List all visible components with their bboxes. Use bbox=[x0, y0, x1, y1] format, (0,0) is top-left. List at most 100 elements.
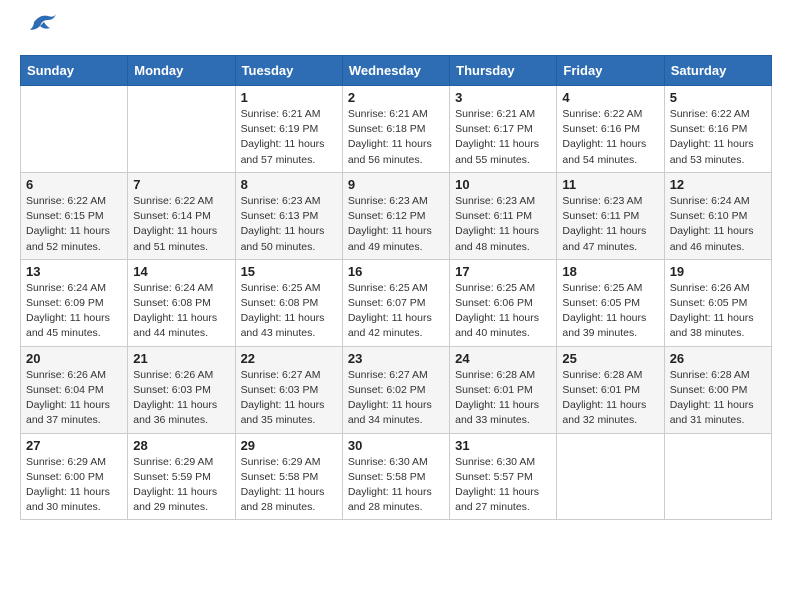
table-row: 11 Sunrise: 6:23 AM Sunset: 6:11 PM Dayli… bbox=[557, 172, 664, 259]
calendar-week-row: 27 Sunrise: 6:29 AM Sunset: 6:00 PM Dayli… bbox=[21, 433, 772, 520]
calendar-week-row: 6 Sunrise: 6:22 AM Sunset: 6:15 PM Daylig… bbox=[21, 172, 772, 259]
day-detail: Sunrise: 6:24 AM Sunset: 6:10 PM Dayligh… bbox=[670, 194, 766, 255]
table-row: 1 Sunrise: 6:21 AM Sunset: 6:19 PM Daylig… bbox=[235, 86, 342, 173]
calendar-header: Sunday Monday Tuesday Wednesday Thursday… bbox=[21, 56, 772, 86]
day-number: 14 bbox=[133, 264, 229, 279]
day-number: 3 bbox=[455, 90, 551, 105]
day-number: 16 bbox=[348, 264, 444, 279]
day-number: 11 bbox=[562, 177, 658, 192]
day-number: 27 bbox=[26, 438, 122, 453]
day-detail: Sunrise: 6:22 AM Sunset: 6:16 PM Dayligh… bbox=[562, 107, 658, 168]
day-number: 31 bbox=[455, 438, 551, 453]
day-detail: Sunrise: 6:26 AM Sunset: 6:03 PM Dayligh… bbox=[133, 368, 229, 429]
day-detail: Sunrise: 6:23 AM Sunset: 6:11 PM Dayligh… bbox=[455, 194, 551, 255]
table-row bbox=[664, 433, 771, 520]
day-number: 8 bbox=[241, 177, 337, 192]
day-detail: Sunrise: 6:27 AM Sunset: 6:02 PM Dayligh… bbox=[348, 368, 444, 429]
col-monday: Monday bbox=[128, 56, 235, 86]
table-row: 26 Sunrise: 6:28 AM Sunset: 6:00 PM Dayli… bbox=[664, 346, 771, 433]
day-number: 6 bbox=[26, 177, 122, 192]
table-row: 3 Sunrise: 6:21 AM Sunset: 6:17 PM Daylig… bbox=[450, 86, 557, 173]
table-row: 24Sunrise: 6:28 AM Sunset: 6:01 PM Dayli… bbox=[450, 346, 557, 433]
table-row: 17Sunrise: 6:25 AM Sunset: 6:06 PM Dayli… bbox=[450, 259, 557, 346]
day-number: 20 bbox=[26, 351, 122, 366]
day-number: 21 bbox=[133, 351, 229, 366]
col-sunday: Sunday bbox=[21, 56, 128, 86]
table-row: 13 Sunrise: 6:24 AM Sunset: 6:09 PM Dayli… bbox=[21, 259, 128, 346]
table-row: 6 Sunrise: 6:22 AM Sunset: 6:15 PM Daylig… bbox=[21, 172, 128, 259]
table-row bbox=[128, 86, 235, 173]
table-row: 8 Sunrise: 6:23 AM Sunset: 6:13 PM Daylig… bbox=[235, 172, 342, 259]
day-detail: Sunrise: 6:30 AM Sunset: 5:58 PM Dayligh… bbox=[348, 455, 444, 516]
day-detail: Sunrise: 6:25 AM Sunset: 6:08 PM Dayligh… bbox=[241, 281, 337, 342]
table-row: 22Sunrise: 6:27 AM Sunset: 6:03 PM Dayli… bbox=[235, 346, 342, 433]
page-header bbox=[20, 20, 772, 39]
day-number: 2 bbox=[348, 90, 444, 105]
table-row bbox=[21, 86, 128, 173]
table-row: 19Sunrise: 6:26 AM Sunset: 6:05 PM Dayli… bbox=[664, 259, 771, 346]
day-number: 13 bbox=[26, 264, 122, 279]
days-of-week-row: Sunday Monday Tuesday Wednesday Thursday… bbox=[21, 56, 772, 86]
day-detail: Sunrise: 6:23 AM Sunset: 6:11 PM Dayligh… bbox=[562, 194, 658, 255]
day-detail: Sunrise: 6:25 AM Sunset: 6:05 PM Dayligh… bbox=[562, 281, 658, 342]
col-tuesday: Tuesday bbox=[235, 56, 342, 86]
logo bbox=[20, 20, 58, 39]
table-row: 30 Sunrise: 6:30 AM Sunset: 5:58 PM Dayli… bbox=[342, 433, 449, 520]
table-row: 12 Sunrise: 6:24 AM Sunset: 6:10 PM Dayli… bbox=[664, 172, 771, 259]
col-saturday: Saturday bbox=[664, 56, 771, 86]
calendar-week-row: 13 Sunrise: 6:24 AM Sunset: 6:09 PM Dayli… bbox=[21, 259, 772, 346]
day-number: 30 bbox=[348, 438, 444, 453]
day-detail: Sunrise: 6:24 AM Sunset: 6:09 PM Dayligh… bbox=[26, 281, 122, 342]
day-number: 29 bbox=[241, 438, 337, 453]
day-detail: Sunrise: 6:29 AM Sunset: 5:59 PM Dayligh… bbox=[133, 455, 229, 516]
day-number: 28 bbox=[133, 438, 229, 453]
day-detail: Sunrise: 6:21 AM Sunset: 6:17 PM Dayligh… bbox=[455, 107, 551, 168]
day-number: 4 bbox=[562, 90, 658, 105]
table-row: 15 Sunrise: 6:25 AM Sunset: 6:08 PM Dayli… bbox=[235, 259, 342, 346]
day-number: 23 bbox=[348, 351, 444, 366]
day-detail: Sunrise: 6:28 AM Sunset: 6:00 PM Dayligh… bbox=[670, 368, 766, 429]
logo-bird-icon bbox=[26, 12, 58, 39]
calendar-body: 1 Sunrise: 6:21 AM Sunset: 6:19 PM Daylig… bbox=[21, 86, 772, 520]
day-number: 19 bbox=[670, 264, 766, 279]
col-thursday: Thursday bbox=[450, 56, 557, 86]
table-row: 4 Sunrise: 6:22 AM Sunset: 6:16 PM Daylig… bbox=[557, 86, 664, 173]
table-row: 18 Sunrise: 6:25 AM Sunset: 6:05 PM Dayli… bbox=[557, 259, 664, 346]
day-number: 7 bbox=[133, 177, 229, 192]
calendar-week-row: 1 Sunrise: 6:21 AM Sunset: 6:19 PM Daylig… bbox=[21, 86, 772, 173]
calendar-week-row: 20 Sunrise: 6:26 AM Sunset: 6:04 PM Dayli… bbox=[21, 346, 772, 433]
table-row: 29Sunrise: 6:29 AM Sunset: 5:58 PM Dayli… bbox=[235, 433, 342, 520]
day-detail: Sunrise: 6:25 AM Sunset: 6:07 PM Dayligh… bbox=[348, 281, 444, 342]
day-number: 10 bbox=[455, 177, 551, 192]
table-row: 21 Sunrise: 6:26 AM Sunset: 6:03 PM Dayli… bbox=[128, 346, 235, 433]
table-row: 20 Sunrise: 6:26 AM Sunset: 6:04 PM Dayli… bbox=[21, 346, 128, 433]
day-detail: Sunrise: 6:22 AM Sunset: 6:15 PM Dayligh… bbox=[26, 194, 122, 255]
day-detail: Sunrise: 6:23 AM Sunset: 6:12 PM Dayligh… bbox=[348, 194, 444, 255]
table-row: 14 Sunrise: 6:24 AM Sunset: 6:08 PM Dayli… bbox=[128, 259, 235, 346]
col-wednesday: Wednesday bbox=[342, 56, 449, 86]
table-row: 7 Sunrise: 6:22 AM Sunset: 6:14 PM Daylig… bbox=[128, 172, 235, 259]
day-number: 5 bbox=[670, 90, 766, 105]
day-number: 1 bbox=[241, 90, 337, 105]
day-number: 18 bbox=[562, 264, 658, 279]
day-number: 12 bbox=[670, 177, 766, 192]
table-row: 28 Sunrise: 6:29 AM Sunset: 5:59 PM Dayli… bbox=[128, 433, 235, 520]
day-detail: Sunrise: 6:23 AM Sunset: 6:13 PM Dayligh… bbox=[241, 194, 337, 255]
day-detail: Sunrise: 6:24 AM Sunset: 6:08 PM Dayligh… bbox=[133, 281, 229, 342]
table-row: 31Sunrise: 6:30 AM Sunset: 5:57 PM Dayli… bbox=[450, 433, 557, 520]
day-number: 15 bbox=[241, 264, 337, 279]
day-number: 22 bbox=[241, 351, 337, 366]
day-detail: Sunrise: 6:25 AM Sunset: 6:06 PM Dayligh… bbox=[455, 281, 551, 342]
col-friday: Friday bbox=[557, 56, 664, 86]
day-number: 25 bbox=[562, 351, 658, 366]
day-detail: Sunrise: 6:26 AM Sunset: 6:04 PM Dayligh… bbox=[26, 368, 122, 429]
day-detail: Sunrise: 6:21 AM Sunset: 6:19 PM Dayligh… bbox=[241, 107, 337, 168]
day-number: 26 bbox=[670, 351, 766, 366]
day-detail: Sunrise: 6:22 AM Sunset: 6:14 PM Dayligh… bbox=[133, 194, 229, 255]
day-detail: Sunrise: 6:28 AM Sunset: 6:01 PM Dayligh… bbox=[562, 368, 658, 429]
day-number: 24 bbox=[455, 351, 551, 366]
day-detail: Sunrise: 6:22 AM Sunset: 6:16 PM Dayligh… bbox=[670, 107, 766, 168]
table-row bbox=[557, 433, 664, 520]
day-detail: Sunrise: 6:29 AM Sunset: 6:00 PM Dayligh… bbox=[26, 455, 122, 516]
day-detail: Sunrise: 6:21 AM Sunset: 6:18 PM Dayligh… bbox=[348, 107, 444, 168]
